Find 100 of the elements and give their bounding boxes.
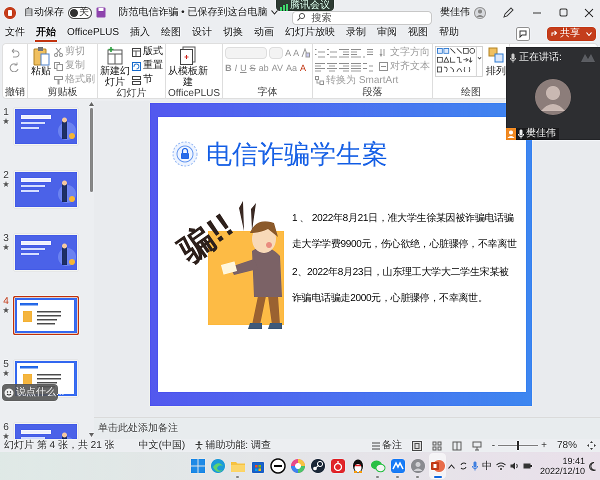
justify-icon[interactable] xyxy=(351,62,362,72)
group-label: 段落 xyxy=(362,87,383,98)
menu-tab[interactable]: 视图 xyxy=(407,26,430,42)
increase-indent-icon[interactable] xyxy=(351,48,362,58)
running-indicator xyxy=(396,476,399,478)
music-app-icon[interactable] xyxy=(330,458,346,474)
slide-number: 6 xyxy=(3,422,9,433)
menu-tab[interactable]: 文件 xyxy=(4,26,26,42)
ribbon-button[interactable]: 粘贴 xyxy=(30,46,52,77)
clock-date[interactable]: 2022/12/10 xyxy=(540,466,585,476)
format-button[interactable]: A xyxy=(300,64,306,73)
close-icon[interactable] xyxy=(582,6,596,18)
browser-icon[interactable] xyxy=(210,458,226,474)
normal-view-icon[interactable] xyxy=(412,440,422,450)
menu-tab[interactable]: 设计 xyxy=(191,26,214,42)
ribbon-button[interactable]: 重置 xyxy=(132,60,163,72)
star-icon xyxy=(3,433,9,439)
scrollbar-thumb[interactable] xyxy=(90,108,92,192)
clipboard-icon xyxy=(32,46,50,66)
star-icon xyxy=(3,307,9,313)
share-button[interactable]: 共享 xyxy=(547,26,596,40)
windows-logo-icon[interactable] xyxy=(190,458,206,474)
menu-tab[interactable]: OfficePLUS xyxy=(66,26,120,42)
autosave-toggle[interactable]: 关 xyxy=(68,6,92,18)
group-label: 剪贴板 xyxy=(48,87,78,98)
color-wheel-icon[interactable] xyxy=(290,458,306,474)
caret-icon xyxy=(586,32,592,36)
pen-icon[interactable] xyxy=(502,6,514,18)
align-center-icon[interactable] xyxy=(327,62,338,72)
notes-button[interactable]: 备注 xyxy=(372,440,402,450)
running-indicator xyxy=(376,476,379,478)
group-label: 绘图 xyxy=(461,87,482,98)
font-name-field[interactable] xyxy=(225,47,268,59)
chevron-up-icon[interactable] xyxy=(448,464,455,468)
reading-view-icon[interactable] xyxy=(452,440,462,450)
reset-icon xyxy=(132,62,141,70)
search-field[interactable]: 搜索 xyxy=(292,11,432,25)
speaker-name: 樊佳伟 xyxy=(526,129,556,139)
notes-field[interactable]: 单击此处添加备注 xyxy=(98,421,178,436)
slideshow-icon[interactable] xyxy=(472,440,482,450)
decrease-indent-icon[interactable] xyxy=(339,48,350,58)
menu-tab[interactable]: 切换 xyxy=(222,26,244,42)
sync-icon[interactable] xyxy=(458,461,468,471)
undo-icon[interactable] xyxy=(8,48,20,58)
person-badge-icon xyxy=(506,128,516,140)
menu-tab[interactable]: 绘图 xyxy=(160,26,182,42)
battery-plug-icon[interactable] xyxy=(522,462,532,470)
align-text-icon xyxy=(379,62,388,71)
zoom-slider-thumb[interactable] xyxy=(517,441,520,450)
menu-tab[interactable]: 帮助 xyxy=(438,26,460,42)
meeting-app-icon[interactable] xyxy=(390,458,406,474)
redo-icon[interactable] xyxy=(8,62,20,72)
circle-logo-icon[interactable] xyxy=(270,458,286,474)
lock-shield-icon xyxy=(172,141,198,167)
accessibility-button[interactable]: 辅助功能: 调查 xyxy=(195,440,271,450)
speaker-icon[interactable] xyxy=(510,462,519,470)
numbered-list-icon[interactable] xyxy=(327,48,338,58)
star-icon xyxy=(3,118,9,124)
ribbon-button[interactable]: 新建幻灯片 xyxy=(100,46,130,88)
speaking-label: 正在讲话: xyxy=(519,50,562,65)
language-label[interactable]: 中文(中国) xyxy=(138,440,186,450)
menu-tab[interactable]: 审阅 xyxy=(376,26,398,42)
comment-button-icon[interactable] xyxy=(516,26,530,40)
document-title[interactable]: 防范电信诈骗 • 已保存到这台电脑 xyxy=(118,5,268,20)
ribbon-button[interactable]: 节 xyxy=(132,74,163,86)
ribbon-button[interactable]: 排列 xyxy=(485,46,508,77)
slide-number: 4 xyxy=(3,296,9,307)
ribbon-button[interactable]: 版式 xyxy=(132,46,163,58)
line-spacing-icon[interactable] xyxy=(363,48,374,58)
wifi-icon[interactable] xyxy=(496,462,506,470)
steam-icon[interactable] xyxy=(310,458,326,474)
clear-format-icon[interactable] xyxy=(301,48,310,58)
user-avatar-icon[interactable] xyxy=(474,6,486,18)
meeting-logo-icon xyxy=(580,52,596,62)
input-method[interactable]: 中 xyxy=(482,458,492,474)
moon-icon[interactable] xyxy=(589,462,596,470)
ribbon-button[interactable]: 从模板新建 xyxy=(168,46,208,88)
user-avatar-icon[interactable] xyxy=(410,458,426,474)
slide-thumbnail[interactable] xyxy=(13,296,79,335)
menu-tab[interactable]: 幻灯片放映 xyxy=(284,26,336,42)
zoom-out-button[interactable]: - xyxy=(492,440,496,450)
shape-gallery[interactable] xyxy=(435,46,484,77)
layout-icon xyxy=(132,48,141,56)
fit-slide-icon[interactable] xyxy=(587,441,596,450)
zoom-percent[interactable]: 78% xyxy=(556,440,577,450)
presentation-app-icon[interactable] xyxy=(430,458,446,474)
clock-time[interactable]: 19:41 xyxy=(562,456,585,466)
align-left-icon[interactable] xyxy=(315,62,326,72)
columns-icon[interactable] xyxy=(363,62,374,72)
align-right-icon[interactable] xyxy=(339,62,350,72)
font-size-field[interactable] xyxy=(269,47,284,59)
scroll-up-icon xyxy=(88,102,94,106)
section-icon xyxy=(132,76,141,84)
menu-tab[interactable]: 录制 xyxy=(345,26,368,42)
zoom-in-button[interactable]: + xyxy=(541,440,547,450)
chat-input[interactable]: 说点什么... xyxy=(16,388,64,398)
menu-tab[interactable]: 插入 xyxy=(129,26,152,42)
menu-tab[interactable]: 动画 xyxy=(253,26,276,42)
speaker-avatar-icon xyxy=(535,78,571,114)
sorter-view-icon[interactable] xyxy=(432,440,442,450)
